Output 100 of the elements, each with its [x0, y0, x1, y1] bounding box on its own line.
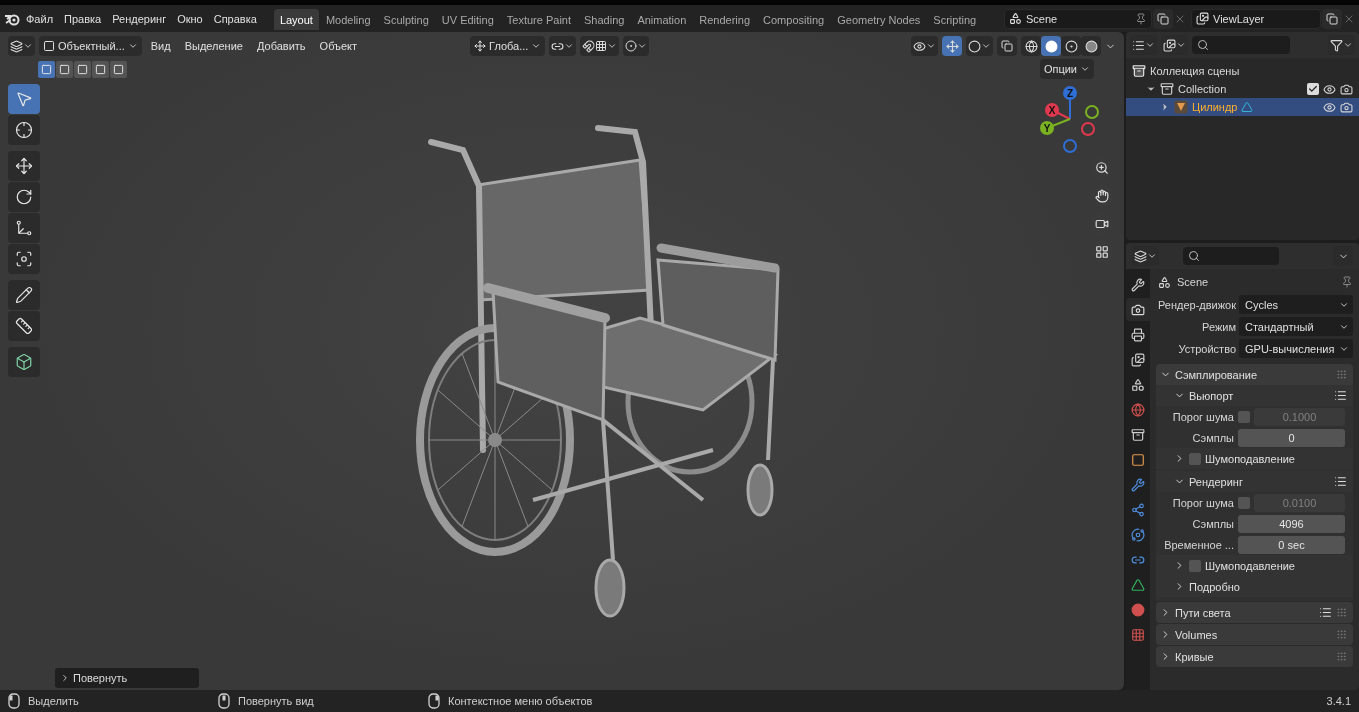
tool-button[interactable] [8, 213, 40, 243]
menu-item[interactable]: Вид [145, 38, 176, 54]
workspace-tab[interactable]: Compositing [757, 9, 831, 30]
overlay-button[interactable] [966, 36, 993, 56]
select-mode-button[interactable] [38, 60, 55, 78]
presets-icon[interactable] [1334, 475, 1347, 488]
menu-item[interactable]: Объект [314, 38, 363, 54]
outliner-item-label[interactable]: Коллекция сцены [1150, 65, 1240, 77]
pivot-button[interactable] [549, 36, 577, 56]
workspace-tab[interactable]: UV Editing [435, 9, 500, 30]
workspace-tab[interactable]: Layout [273, 9, 319, 30]
workspace-tab[interactable]: Shading [578, 9, 631, 30]
select-mode-button[interactable] [56, 60, 73, 78]
drag-handle-icon[interactable] [1336, 607, 1347, 618]
panel-title: Кривые [1175, 650, 1214, 663]
operator-panel[interactable]: Повернуть [55, 668, 199, 688]
copy-button[interactable] [1322, 8, 1342, 29]
panel-header[interactable]: Пути света [1156, 602, 1353, 623]
menu-item[interactable]: Файл [21, 9, 59, 28]
outliner-row[interactable]: Цилиндр [1126, 98, 1359, 116]
scene-selector[interactable]: Scene [1004, 8, 1152, 29]
outliner-row[interactable]: Коллекция сцены [1126, 62, 1359, 80]
menu-item[interactable]: Рендеринг [107, 9, 172, 28]
checkbox[interactable] [1307, 83, 1319, 95]
workspace-tab[interactable]: Animation [631, 9, 693, 30]
select-mode-button[interactable] [92, 60, 109, 78]
tool-button[interactable] [8, 311, 40, 341]
editor-type-button[interactable] [8, 36, 35, 56]
shading-button[interactable] [1041, 36, 1061, 56]
dropdown[interactable]: GPU-вычисления [1239, 339, 1353, 358]
snap-button[interactable] [580, 36, 620, 56]
eye-icon[interactable] [1323, 82, 1336, 96]
menu-item[interactable]: Справка [208, 9, 262, 28]
shading-button[interactable] [1081, 36, 1101, 56]
camera-icon[interactable] [1340, 82, 1353, 96]
number-field[interactable]: 0 sec [1238, 535, 1345, 554]
eye-icon[interactable] [1323, 100, 1336, 114]
view-layer-selector[interactable]: ViewLayer [1191, 8, 1321, 29]
axis-handle[interactable]: Z [1063, 86, 1077, 120]
panel-header[interactable]: Кривые [1156, 646, 1353, 667]
outliner-row[interactable]: Collection [1126, 80, 1359, 98]
orientation-dropdown[interactable]: Глоба... [470, 36, 546, 56]
axis-handle[interactable] [1081, 122, 1095, 136]
workspace-tab[interactable]: Sculpting [377, 9, 435, 30]
axis-handle[interactable]: X [1045, 103, 1071, 120]
dropdown[interactable]: Стандартный [1239, 317, 1353, 336]
shading-button[interactable] [1061, 36, 1081, 56]
pin-icon[interactable] [1341, 276, 1353, 288]
copy-button[interactable] [1153, 8, 1173, 29]
menu-item[interactable]: Правка [59, 9, 107, 28]
workspace-tab[interactable]: Geometry Nodes [831, 9, 927, 30]
workspace-tab[interactable]: Rendering [693, 9, 757, 30]
xray-button[interactable] [997, 36, 1017, 56]
panel-header[interactable]: Сэмплирование [1156, 364, 1353, 385]
search-field[interactable] [1183, 247, 1279, 265]
number-field[interactable]: 4096 [1238, 514, 1345, 533]
options-dropdown[interactable]: Опции [1039, 59, 1094, 79]
select-mode-button[interactable] [110, 60, 127, 78]
drag-handle-icon[interactable] [1336, 651, 1347, 662]
outliner-item-label[interactable]: Collection [1178, 83, 1227, 95]
number-field[interactable]: 0 [1238, 428, 1345, 447]
select-mode-button[interactable] [74, 60, 91, 78]
checkbox[interactable] [1189, 452, 1201, 465]
axis-handle[interactable] [1063, 139, 1077, 153]
proportional-button[interactable] [623, 36, 650, 56]
workspace-tab[interactable]: Texture Paint [500, 9, 577, 30]
presets-icon[interactable] [1334, 389, 1347, 402]
tool-button[interactable] [8, 347, 40, 377]
checkbox[interactable] [1189, 559, 1201, 572]
editor-type-button[interactable] [1132, 246, 1159, 266]
menu-item[interactable]: Выделение [179, 38, 248, 54]
tool-button[interactable] [8, 182, 40, 212]
gizmo-toggle[interactable] [942, 36, 962, 56]
workspace-tab[interactable]: Scripting [927, 9, 983, 30]
tool-button[interactable] [8, 115, 40, 145]
drag-handle-icon[interactable] [1336, 629, 1347, 640]
tool-button[interactable] [8, 280, 40, 310]
mode-dropdown[interactable]: Объектный... [39, 36, 142, 56]
visibility-button[interactable] [911, 36, 938, 56]
particles-icon [1131, 502, 1145, 517]
workspace-tab[interactable]: Modeling [319, 9, 377, 30]
menu-item[interactable]: Добавить [251, 38, 311, 54]
shading-button[interactable] [1021, 36, 1041, 56]
presets-icon[interactable] [1319, 606, 1332, 619]
tool-button[interactable] [8, 244, 40, 274]
properties-tab[interactable] [1126, 298, 1150, 321]
drag-handle-icon[interactable] [1336, 369, 1347, 380]
navigation-gizmo[interactable]: Z X Y [1032, 84, 1108, 156]
panel-header[interactable]: Volumes [1156, 624, 1353, 645]
axis-handle[interactable] [1085, 105, 1099, 119]
outliner-item-label[interactable]: Цилиндр [1192, 101, 1238, 113]
tool-button[interactable] [8, 151, 40, 181]
expand-arrow-icon[interactable] [1160, 102, 1170, 112]
search-field[interactable] [1192, 36, 1290, 54]
view-layer-button[interactable] [1161, 35, 1188, 55]
expand-arrow-icon[interactable] [1146, 84, 1156, 94]
axis-handle[interactable]: Y [1040, 118, 1071, 135]
menu-item[interactable]: Окно [172, 9, 208, 28]
dropdown[interactable]: Cycles [1239, 295, 1353, 314]
camera-icon[interactable] [1340, 100, 1353, 114]
